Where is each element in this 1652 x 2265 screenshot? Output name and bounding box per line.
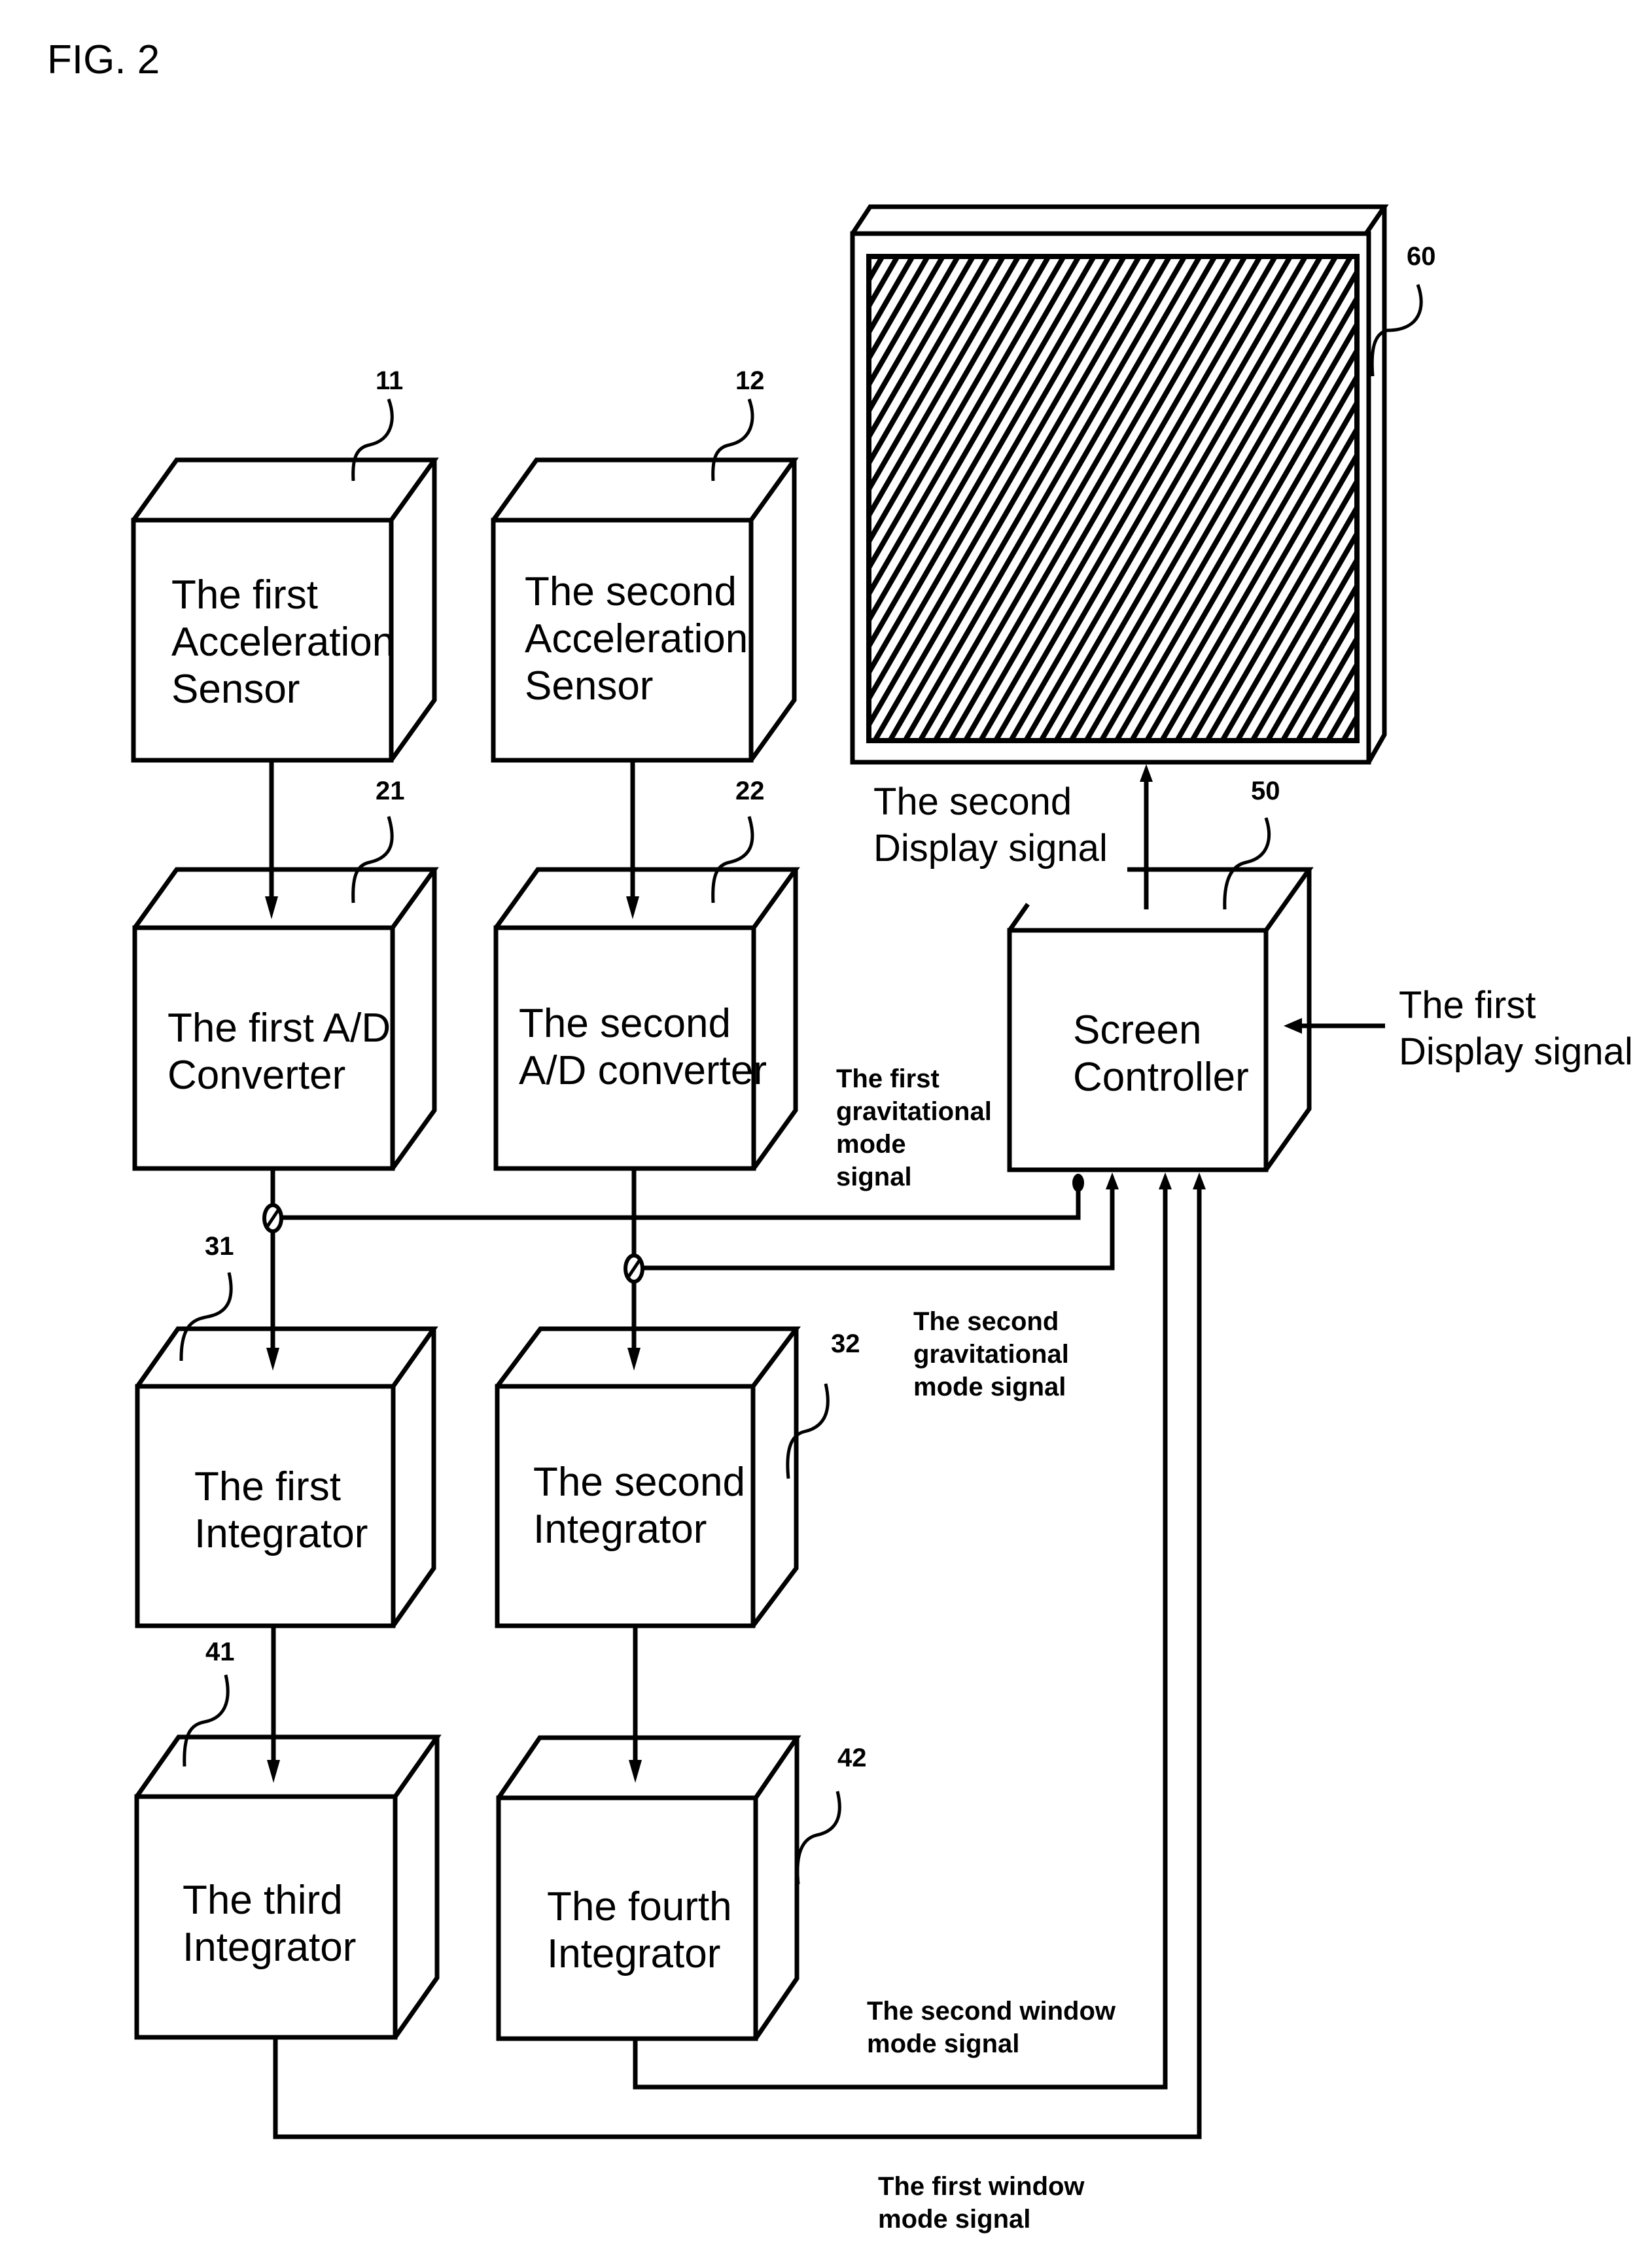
label-second-grav-line2: gravitational [913, 1340, 1069, 1369]
block-first-ad-converter: The first A/DConverter 21 [132, 777, 439, 1171]
display-top-face [852, 207, 1384, 234]
ref-num-12: 12 [735, 366, 765, 395]
label-second-display-line2: Display signal [873, 827, 1108, 869]
block-label-line: Sensor [525, 663, 653, 709]
block-label-line: Screen [1073, 1008, 1201, 1053]
block-second-ad-converter: The secondA/D converter 22 [493, 777, 800, 1171]
label-second-display-line1: The second [873, 781, 1072, 823]
block-top-face [496, 869, 796, 928]
ref-num-50: 50 [1251, 777, 1280, 805]
label-second-window-line2: mode signal [867, 2029, 1019, 2058]
block-top-face [133, 460, 434, 520]
label-first-window-line2: mode signal [878, 2205, 1030, 2234]
ref-num-41: 41 [205, 1638, 235, 1666]
block-label-line: The second [525, 569, 737, 614]
display-unit-60: 60 [850, 204, 1436, 765]
block-label-line: Integrator [183, 1925, 356, 1970]
block-label-line: Acceleration [171, 620, 395, 665]
display-side-edge [1366, 207, 1387, 764]
block-top-face [499, 1738, 797, 1798]
junction-node-1 [262, 1203, 283, 1233]
label-first-display-line2: Display signal [1399, 1030, 1633, 1073]
label-first-grav-line4: signal [836, 1163, 912, 1191]
arrowhead-controller-4 [1193, 1172, 1206, 1189]
block-label-line: Integrator [547, 1931, 720, 1976]
leader-42 [796, 1791, 841, 1885]
block-top-face [497, 1329, 796, 1386]
ref-num-21: 21 [376, 777, 405, 805]
block-diagram: FIG. 2 The firstAccelerationSensor11The … [47, 37, 1633, 2234]
ref-num-42: 42 [837, 1744, 867, 1772]
ref-num-31: 31 [205, 1232, 234, 1261]
block-label-line: The third [183, 1878, 343, 1923]
ref-num-32: 32 [831, 1329, 860, 1358]
label-second-grav-line1: The second [913, 1307, 1059, 1336]
block-label-line: Sensor [171, 667, 300, 712]
ref-num-11: 11 [376, 366, 403, 395]
block-front-face [495, 1384, 756, 1628]
junction-node-2 [624, 1254, 644, 1284]
label-second-grav-line3: mode signal [913, 1373, 1066, 1401]
block-label-line: Acceleration [525, 616, 748, 661]
block-top-face [493, 460, 794, 520]
leader-60 [1370, 284, 1423, 377]
block-label-line: Converter [167, 1053, 345, 1098]
block-label-line: The second [533, 1460, 745, 1505]
block-top-face [137, 1737, 437, 1797]
block-label-line: The first [171, 572, 318, 618]
block-label-line: Controller [1073, 1055, 1249, 1100]
label-first-window-line1: The first window [878, 2172, 1085, 2201]
block-top-face [1010, 869, 1309, 930]
arrowhead-display [1140, 764, 1153, 782]
signal-labels: The second Display signal The first Disp… [836, 781, 1633, 2234]
block-second-integrator: The secondIntegrator 32 [495, 1326, 860, 1628]
label-first-grav-line3: mode [836, 1130, 906, 1159]
wire-first-gravitational [282, 1189, 1081, 1220]
block-label-line: Integrator [533, 1507, 707, 1552]
block-first-acceleration-sensor: The firstAccelerationSensor 11 [131, 366, 439, 763]
label-first-display-line1: The first [1399, 984, 1536, 1027]
figure-title: FIG. 2 [47, 37, 160, 82]
arrowhead-controller-3 [1159, 1172, 1172, 1189]
block-label-line: The second [519, 1001, 731, 1046]
ref-num-60: 60 [1407, 242, 1436, 271]
wire-second-gravitational [643, 1189, 1115, 1271]
block-first-integrator: The firstIntegrator 31 [135, 1232, 438, 1628]
label-first-grav-line1: The first [836, 1064, 940, 1093]
block-label-line: The fourth [547, 1884, 732, 1929]
block-label-line: A/D converter [519, 1048, 767, 1093]
block-top-face [135, 869, 434, 928]
label-second-window-line1: The second window [867, 1997, 1116, 2026]
block-label-line: The first [194, 1464, 341, 1509]
label-first-grav-line2: gravitational [836, 1097, 992, 1126]
hatched-display-screen-icon [866, 254, 1360, 743]
block-third-integrator: The thirdIntegrator 41 [134, 1638, 442, 2040]
ref-num-22: 22 [735, 777, 765, 805]
arrowhead-controller-2 [1106, 1172, 1119, 1189]
block-fourth-integrator: The fourthIntegrator 42 [496, 1735, 867, 2041]
block-label-line: Integrator [194, 1511, 368, 1556]
arrowhead-controller-1 [1072, 1174, 1084, 1192]
block-label-line: The first A/D [167, 1006, 391, 1051]
block-second-acceleration-sensor: The secondAccelerationSensor 12 [491, 366, 799, 763]
